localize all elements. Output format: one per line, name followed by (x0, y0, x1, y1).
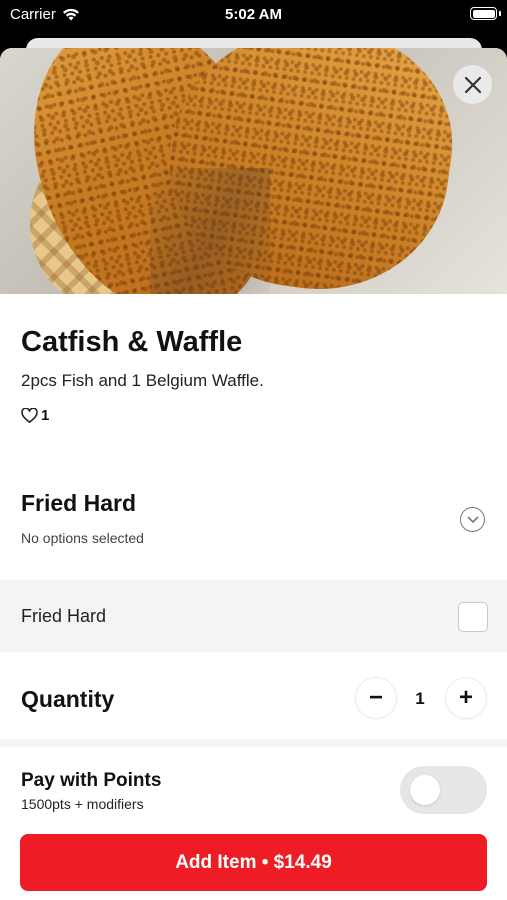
plus-icon: + (458, 684, 473, 711)
add-item-button[interactable]: Add Item • $14.49 (20, 834, 487, 891)
item-photo (0, 48, 507, 294)
pay-with-points-toggle[interactable] (400, 766, 487, 814)
quantity-increase-button[interactable]: + (446, 678, 486, 718)
status-time: 5:02 AM (225, 6, 282, 23)
likes-count: 1 (41, 407, 50, 424)
pay-with-points-title: Pay with Points (21, 770, 162, 791)
section-divider (0, 739, 507, 747)
pay-with-points-subtitle: 1500pts + modifiers (21, 796, 144, 812)
close-icon (464, 76, 481, 93)
close-button[interactable] (453, 65, 492, 104)
battery-cap (499, 11, 501, 16)
modifier-group-toggle[interactable] (460, 507, 485, 532)
item-title: Catfish & Waffle (21, 326, 243, 358)
item-detail-sheet: Catfish & Waffle 2pcs Fish and 1 Belgium… (0, 48, 507, 900)
option-checkbox[interactable] (458, 602, 488, 632)
status-bar: Carrier 5:02 AM (0, 0, 507, 30)
battery-icon (470, 7, 497, 20)
heart-icon (21, 408, 38, 423)
photo-shadow (150, 168, 270, 294)
option-label: Fried Hard (21, 606, 107, 626)
quantity-label: Quantity (21, 686, 115, 712)
item-description: 2pcs Fish and 1 Belgium Waffle. (21, 371, 264, 390)
quantity-value: 1 (415, 689, 425, 708)
toggle-knob (410, 775, 440, 805)
option-row-fried-hard[interactable]: Fried Hard (0, 580, 507, 652)
modifier-group-title: Fried Hard (21, 490, 137, 516)
chevron-down-icon (467, 516, 478, 523)
quantity-decrease-button[interactable]: − (356, 678, 396, 718)
likes[interactable]: 1 (21, 407, 49, 424)
modifier-group-subtitle: No options selected (21, 530, 144, 546)
minus-icon: − (368, 684, 383, 711)
